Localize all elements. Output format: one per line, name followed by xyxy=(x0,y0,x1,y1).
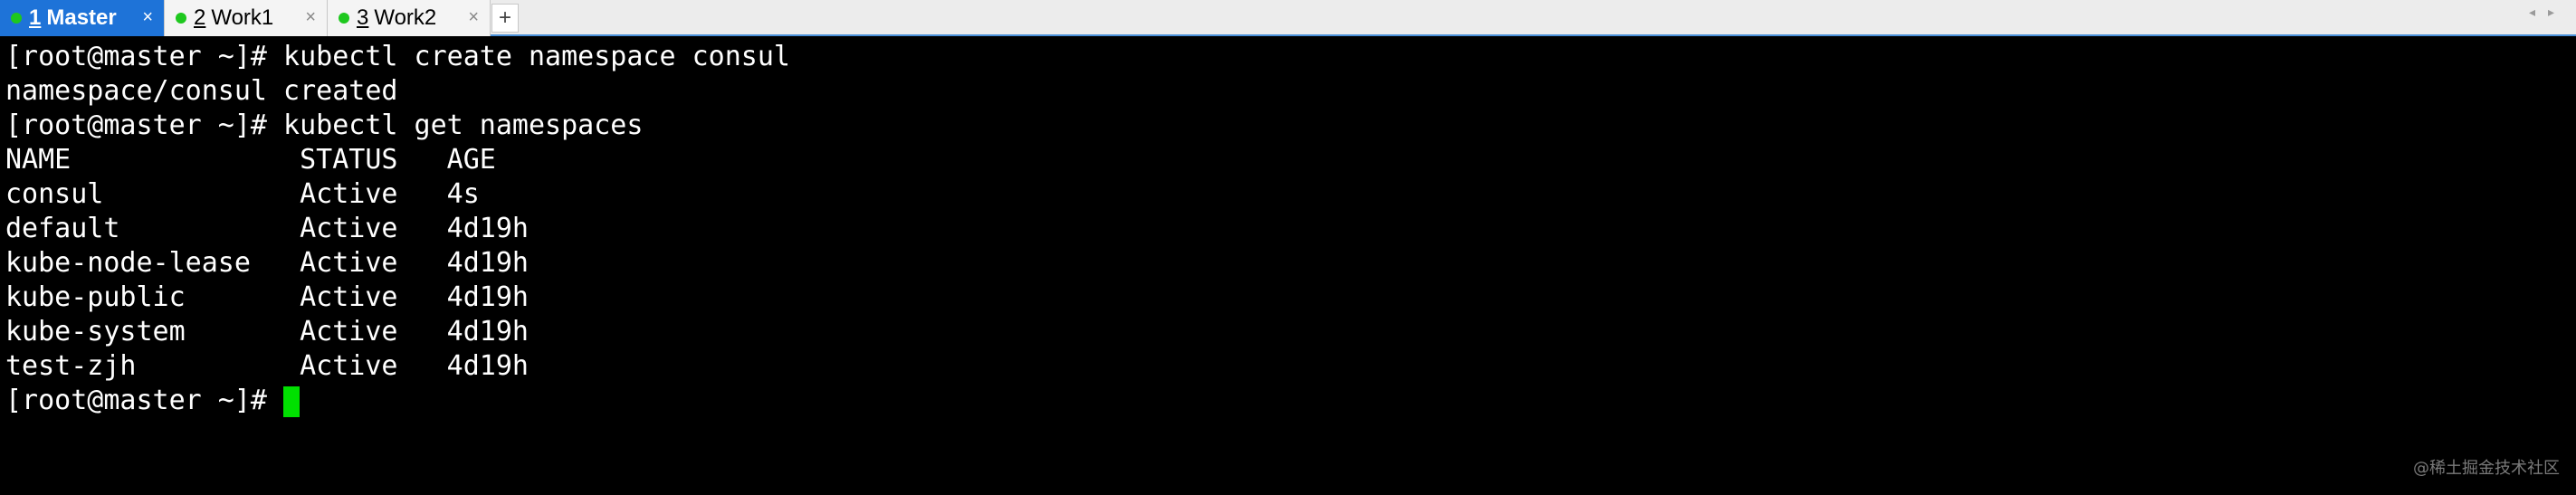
tab-work2[interactable]: 3 Work2 × xyxy=(328,0,491,36)
terminal-line: [root@master ~]# kubectl create namespac… xyxy=(5,41,790,72)
terminal-line: kube-node-lease Active 4d19h xyxy=(5,247,529,279)
close-tab-icon[interactable]: × xyxy=(142,7,153,28)
terminal-cursor xyxy=(283,386,301,417)
terminal-line: namespace/consul created xyxy=(5,75,398,107)
connection-status-icon xyxy=(339,13,349,24)
watermark: @稀土掘金技术社区 xyxy=(2413,459,2560,478)
tab-number: 1 xyxy=(29,5,42,30)
tab-work1[interactable]: 2 Work1 × xyxy=(165,0,328,36)
tab-number: 3 xyxy=(357,5,369,30)
terminal-line: consul Active 4s xyxy=(5,178,480,210)
tab-label: Master xyxy=(46,5,117,30)
terminal-line: kube-system Active 4d19h xyxy=(5,316,529,347)
new-tab-button[interactable]: + xyxy=(491,4,519,33)
tab-label: Work1 xyxy=(211,5,274,30)
close-tab-icon[interactable]: × xyxy=(468,7,479,28)
tab-number: 2 xyxy=(194,5,206,30)
terminal-line: NAME STATUS AGE xyxy=(5,144,496,176)
terminal-prompt-line[interactable]: [root@master ~]# xyxy=(5,384,301,418)
terminal-prompt: [root@master ~]# xyxy=(5,385,284,416)
terminal-line: [root@master ~]# kubectl get namespaces xyxy=(5,109,644,141)
connection-status-icon xyxy=(11,13,22,24)
tab-master[interactable]: 1 Master × xyxy=(0,0,165,36)
connection-status-icon xyxy=(176,13,186,24)
tab-bar: 1 Master × 2 Work1 × 3 Work2 × + ◂▸ xyxy=(0,0,2576,36)
tab-label: Work2 xyxy=(374,5,437,30)
terminal-line: default Active 4d19h xyxy=(5,213,529,244)
terminal-line: kube-public Active 4d19h xyxy=(5,281,529,313)
terminal-output[interactable]: [root@master ~]# kubectl create namespac… xyxy=(0,38,2576,495)
terminal-line: test-zjh Active 4d19h xyxy=(5,350,529,382)
tab-scroll-arrows-icon[interactable]: ◂▸ xyxy=(2529,5,2567,20)
close-tab-icon[interactable]: × xyxy=(305,7,316,28)
